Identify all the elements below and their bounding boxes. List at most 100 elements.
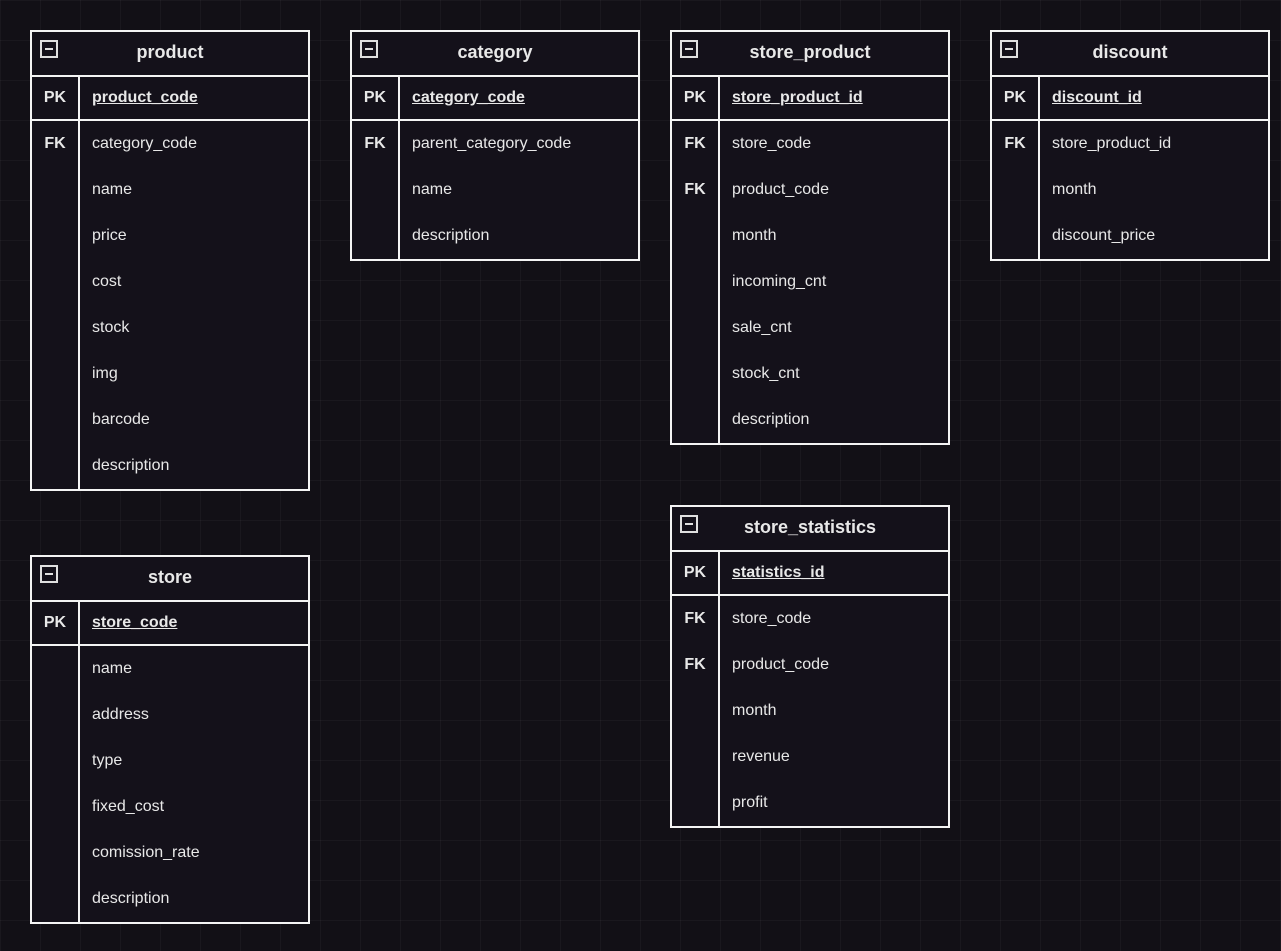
key-empty	[32, 784, 80, 830]
entity-title: discount	[992, 32, 1268, 77]
collapse-icon[interactable]	[40, 565, 58, 583]
fk-label: FK	[352, 121, 400, 167]
entity-attrs: FKcategory_codenamepricecoststockimgbarc…	[32, 121, 308, 489]
key-empty	[32, 167, 80, 213]
entity-title: product	[32, 32, 308, 77]
entity-attr-row: cost	[32, 259, 308, 305]
entity-attrs: nameaddresstypefixed_costcomission_rated…	[32, 646, 308, 922]
attr-field: name	[80, 167, 308, 213]
attr-field: store_code	[720, 596, 948, 642]
fk-label: FK	[672, 596, 720, 642]
entity-title-text: store_statistics	[744, 517, 876, 537]
entity-attr-row: name	[32, 167, 308, 213]
fk-label: FK	[672, 121, 720, 167]
key-empty	[32, 351, 80, 397]
attr-field: product_code	[720, 167, 948, 213]
attr-field: month	[720, 688, 948, 734]
attr-field: barcode	[80, 397, 308, 443]
pk-field: statistics_id	[720, 552, 948, 594]
attr-field: store_code	[720, 121, 948, 167]
entity-attr-row: FKproduct_code	[672, 642, 948, 688]
entity-pk-row: PKstore_product_id	[672, 77, 948, 121]
fk-label: FK	[672, 167, 720, 213]
key-empty	[32, 692, 80, 738]
entity-title: store_statistics	[672, 507, 948, 552]
collapse-icon[interactable]	[680, 40, 698, 58]
key-empty	[32, 305, 80, 351]
attr-field: type	[80, 738, 308, 784]
entity-product[interactable]: product PKproduct_codeFKcategory_codename…	[30, 30, 310, 491]
entity-pk-row: PKstatistics_id	[672, 552, 948, 596]
pk-label: PK	[672, 77, 720, 119]
entity-attr-row: description	[32, 876, 308, 922]
entity-attr-row: description	[352, 213, 638, 259]
entity-attr-row: sale_cnt	[672, 305, 948, 351]
attr-field: sale_cnt	[720, 305, 948, 351]
pk-label: PK	[352, 77, 400, 119]
attr-field: comission_rate	[80, 830, 308, 876]
entity-attr-row: FKcategory_code	[32, 121, 308, 167]
entity-store_statistics[interactable]: store_statistics PKstatistics_idFKstore_c…	[670, 505, 950, 828]
attr-field: cost	[80, 259, 308, 305]
key-empty	[32, 876, 80, 922]
pk-label: PK	[992, 77, 1040, 119]
attr-field: parent_category_code	[400, 121, 638, 167]
key-empty	[672, 780, 720, 826]
collapse-icon[interactable]	[1000, 40, 1018, 58]
attr-field: month	[1040, 167, 1268, 213]
key-empty	[32, 259, 80, 305]
collapse-icon[interactable]	[360, 40, 378, 58]
entity-attr-row: stock_cnt	[672, 351, 948, 397]
entity-store[interactable]: storePKstore_codenameaddresstypefixed_co…	[30, 555, 310, 924]
attr-field: price	[80, 213, 308, 259]
entity-attr-row: incoming_cnt	[672, 259, 948, 305]
pk-field: store_code	[80, 602, 308, 644]
entity-pk-row: PKcategory_code	[352, 77, 638, 121]
entity-attr-row: FKstore_code	[672, 121, 948, 167]
entity-title-text: discount	[1093, 42, 1168, 62]
entity-attr-row: FKparent_category_code	[352, 121, 638, 167]
entity-title-text: product	[137, 42, 204, 62]
attr-field: address	[80, 692, 308, 738]
pk-field: product_code	[80, 77, 308, 119]
entity-pk-row: PKproduct_code	[32, 77, 308, 121]
key-empty	[352, 213, 400, 259]
entity-pk-row: PKdiscount_id	[992, 77, 1268, 121]
entity-attr-row: month	[672, 213, 948, 259]
collapse-icon[interactable]	[680, 515, 698, 533]
entity-category[interactable]: categoryPKcategory_codeFKparent_category…	[350, 30, 640, 261]
entity-attr-row: profit	[672, 780, 948, 826]
attr-field: name	[80, 646, 308, 692]
key-empty	[32, 646, 80, 692]
key-empty	[672, 259, 720, 305]
key-empty	[672, 688, 720, 734]
attr-field: description	[720, 397, 948, 443]
entity-attr-row: comission_rate	[32, 830, 308, 876]
key-empty	[672, 397, 720, 443]
entity-title-text: store	[148, 567, 192, 587]
attr-field: img	[80, 351, 308, 397]
attr-field: stock_cnt	[720, 351, 948, 397]
entity-attr-row: description	[32, 443, 308, 489]
attr-field: stock	[80, 305, 308, 351]
key-empty	[992, 167, 1040, 213]
attr-field: discount_price	[1040, 213, 1268, 259]
entity-store_product[interactable]: store_productPKstore_product_idFKstore_c…	[670, 30, 950, 445]
entity-attr-row: name	[32, 646, 308, 692]
collapse-icon[interactable]	[40, 40, 58, 58]
attr-field: month	[720, 213, 948, 259]
attr-field: store_product_id	[1040, 121, 1268, 167]
key-empty	[672, 213, 720, 259]
key-empty	[32, 738, 80, 784]
entity-attr-row: revenue	[672, 734, 948, 780]
key-empty	[32, 397, 80, 443]
attr-field: description	[400, 213, 638, 259]
pk-label: PK	[32, 77, 80, 119]
attr-field: name	[400, 167, 638, 213]
entity-discount[interactable]: discount PKdiscount_idFKstore_product_idm…	[990, 30, 1270, 261]
entity-attrs: FKstore_codeFKproduct_codemonthincoming_…	[672, 121, 948, 443]
entity-attr-row: FKstore_product_id	[992, 121, 1268, 167]
entity-attrs: FKparent_category_codenamedescription	[352, 121, 638, 259]
entity-attr-row: description	[672, 397, 948, 443]
pk-field: store_product_id	[720, 77, 948, 119]
